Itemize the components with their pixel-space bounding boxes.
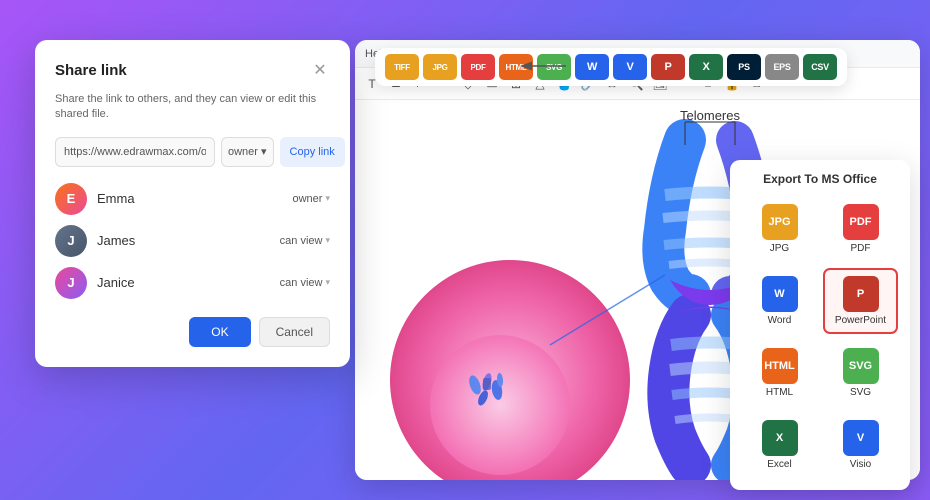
user-name-emma: Emma	[97, 191, 283, 206]
export-ppt-icon: P	[843, 276, 879, 312]
jpg-badge[interactable]: JPG	[423, 54, 457, 80]
export-svg-label: SVG	[850, 387, 871, 398]
copy-link-button[interactable]: Copy link	[280, 137, 345, 167]
export-word-icon: W	[762, 276, 798, 312]
ok-button[interactable]: OK	[189, 317, 250, 347]
export-html-label: HTML	[766, 387, 793, 398]
excel-badge[interactable]: X	[689, 54, 723, 80]
permission-select[interactable]: owner ▾	[221, 137, 274, 167]
link-row: owner ▾ Copy link	[55, 137, 330, 167]
user-row-janice: J Janice can view ▾	[55, 267, 330, 299]
cancel-button[interactable]: Cancel	[259, 317, 330, 347]
avatar-james: J	[55, 225, 87, 257]
eps-badge[interactable]: EPS	[765, 54, 799, 80]
export-visio-item[interactable]: V Visio	[823, 412, 898, 478]
export-html-icon: HTML	[762, 348, 798, 384]
export-excel-icon: X	[762, 420, 798, 456]
export-svg-item[interactable]: SVG SVG	[823, 340, 898, 406]
export-word-item[interactable]: W Word	[742, 268, 817, 334]
export-excel-label: Excel	[767, 459, 791, 470]
export-ppt-label: PowerPoint	[835, 315, 886, 326]
export-jpg-item[interactable]: JPG JPG	[742, 196, 817, 262]
pdf-badge[interactable]: PDF	[461, 54, 495, 80]
visio-badge[interactable]: V	[613, 54, 647, 80]
svg-text:Telomeres: Telomeres	[680, 108, 740, 123]
export-grid: JPG JPG PDF PDF W Word P PowerPoint HTML…	[742, 196, 898, 478]
export-svg-icon: SVG	[843, 348, 879, 384]
user-role-janice[interactable]: can view ▾	[280, 277, 330, 289]
avatar-emma: E	[55, 183, 87, 215]
ps-badge[interactable]: PS	[727, 54, 761, 80]
export-pdf-icon: PDF	[843, 204, 879, 240]
user-name-janice: Janice	[97, 275, 270, 290]
export-visio-icon: V	[843, 420, 879, 456]
word-badge[interactable]: W	[575, 54, 609, 80]
export-panel: Export To MS Office JPG JPG PDF PDF W Wo…	[730, 160, 910, 490]
export-jpg-label: JPG	[770, 243, 789, 254]
user-list: E Emma owner ▾ J James can view ▾ J Jani…	[55, 183, 330, 299]
tiff-badge[interactable]: TIFF	[385, 54, 419, 80]
export-html-item[interactable]: HTML HTML	[742, 340, 817, 406]
user-row-emma: E Emma owner ▾	[55, 183, 330, 215]
arrow-indicator	[518, 56, 568, 76]
export-excel-item[interactable]: X Excel	[742, 412, 817, 478]
export-word-label: Word	[768, 315, 792, 326]
export-pdf-item[interactable]: PDF PDF	[823, 196, 898, 262]
export-pdf-label: PDF	[851, 243, 871, 254]
export-panel-title: Export To MS Office	[742, 172, 898, 186]
dialog-actions: OK Cancel	[55, 317, 330, 347]
user-name-james: James	[97, 233, 270, 248]
dialog-title: Share link	[55, 62, 127, 79]
csv-badge[interactable]: CSV	[803, 54, 837, 80]
link-input[interactable]	[55, 137, 215, 167]
avatar-janice: J	[55, 267, 87, 299]
export-visio-label: Visio	[850, 459, 872, 470]
user-role-james[interactable]: can view ▾	[280, 235, 330, 247]
share-dialog: Share link ✕ Share the link to others, a…	[35, 40, 350, 367]
dialog-description: Share the link to others, and they can v…	[55, 92, 330, 123]
dialog-header: Share link ✕	[55, 60, 330, 80]
export-ppt-item[interactable]: P PowerPoint	[823, 268, 898, 334]
export-format-toolbar: TIFF JPG PDF HTML SVG W V P X PS EPS CSV	[375, 48, 847, 86]
user-row-james: J James can view ▾	[55, 225, 330, 257]
user-role-emma[interactable]: owner ▾	[293, 193, 331, 205]
export-jpg-icon: JPG	[762, 204, 798, 240]
ppt-badge[interactable]: P	[651, 54, 685, 80]
dialog-close-button[interactable]: ✕	[310, 60, 330, 80]
